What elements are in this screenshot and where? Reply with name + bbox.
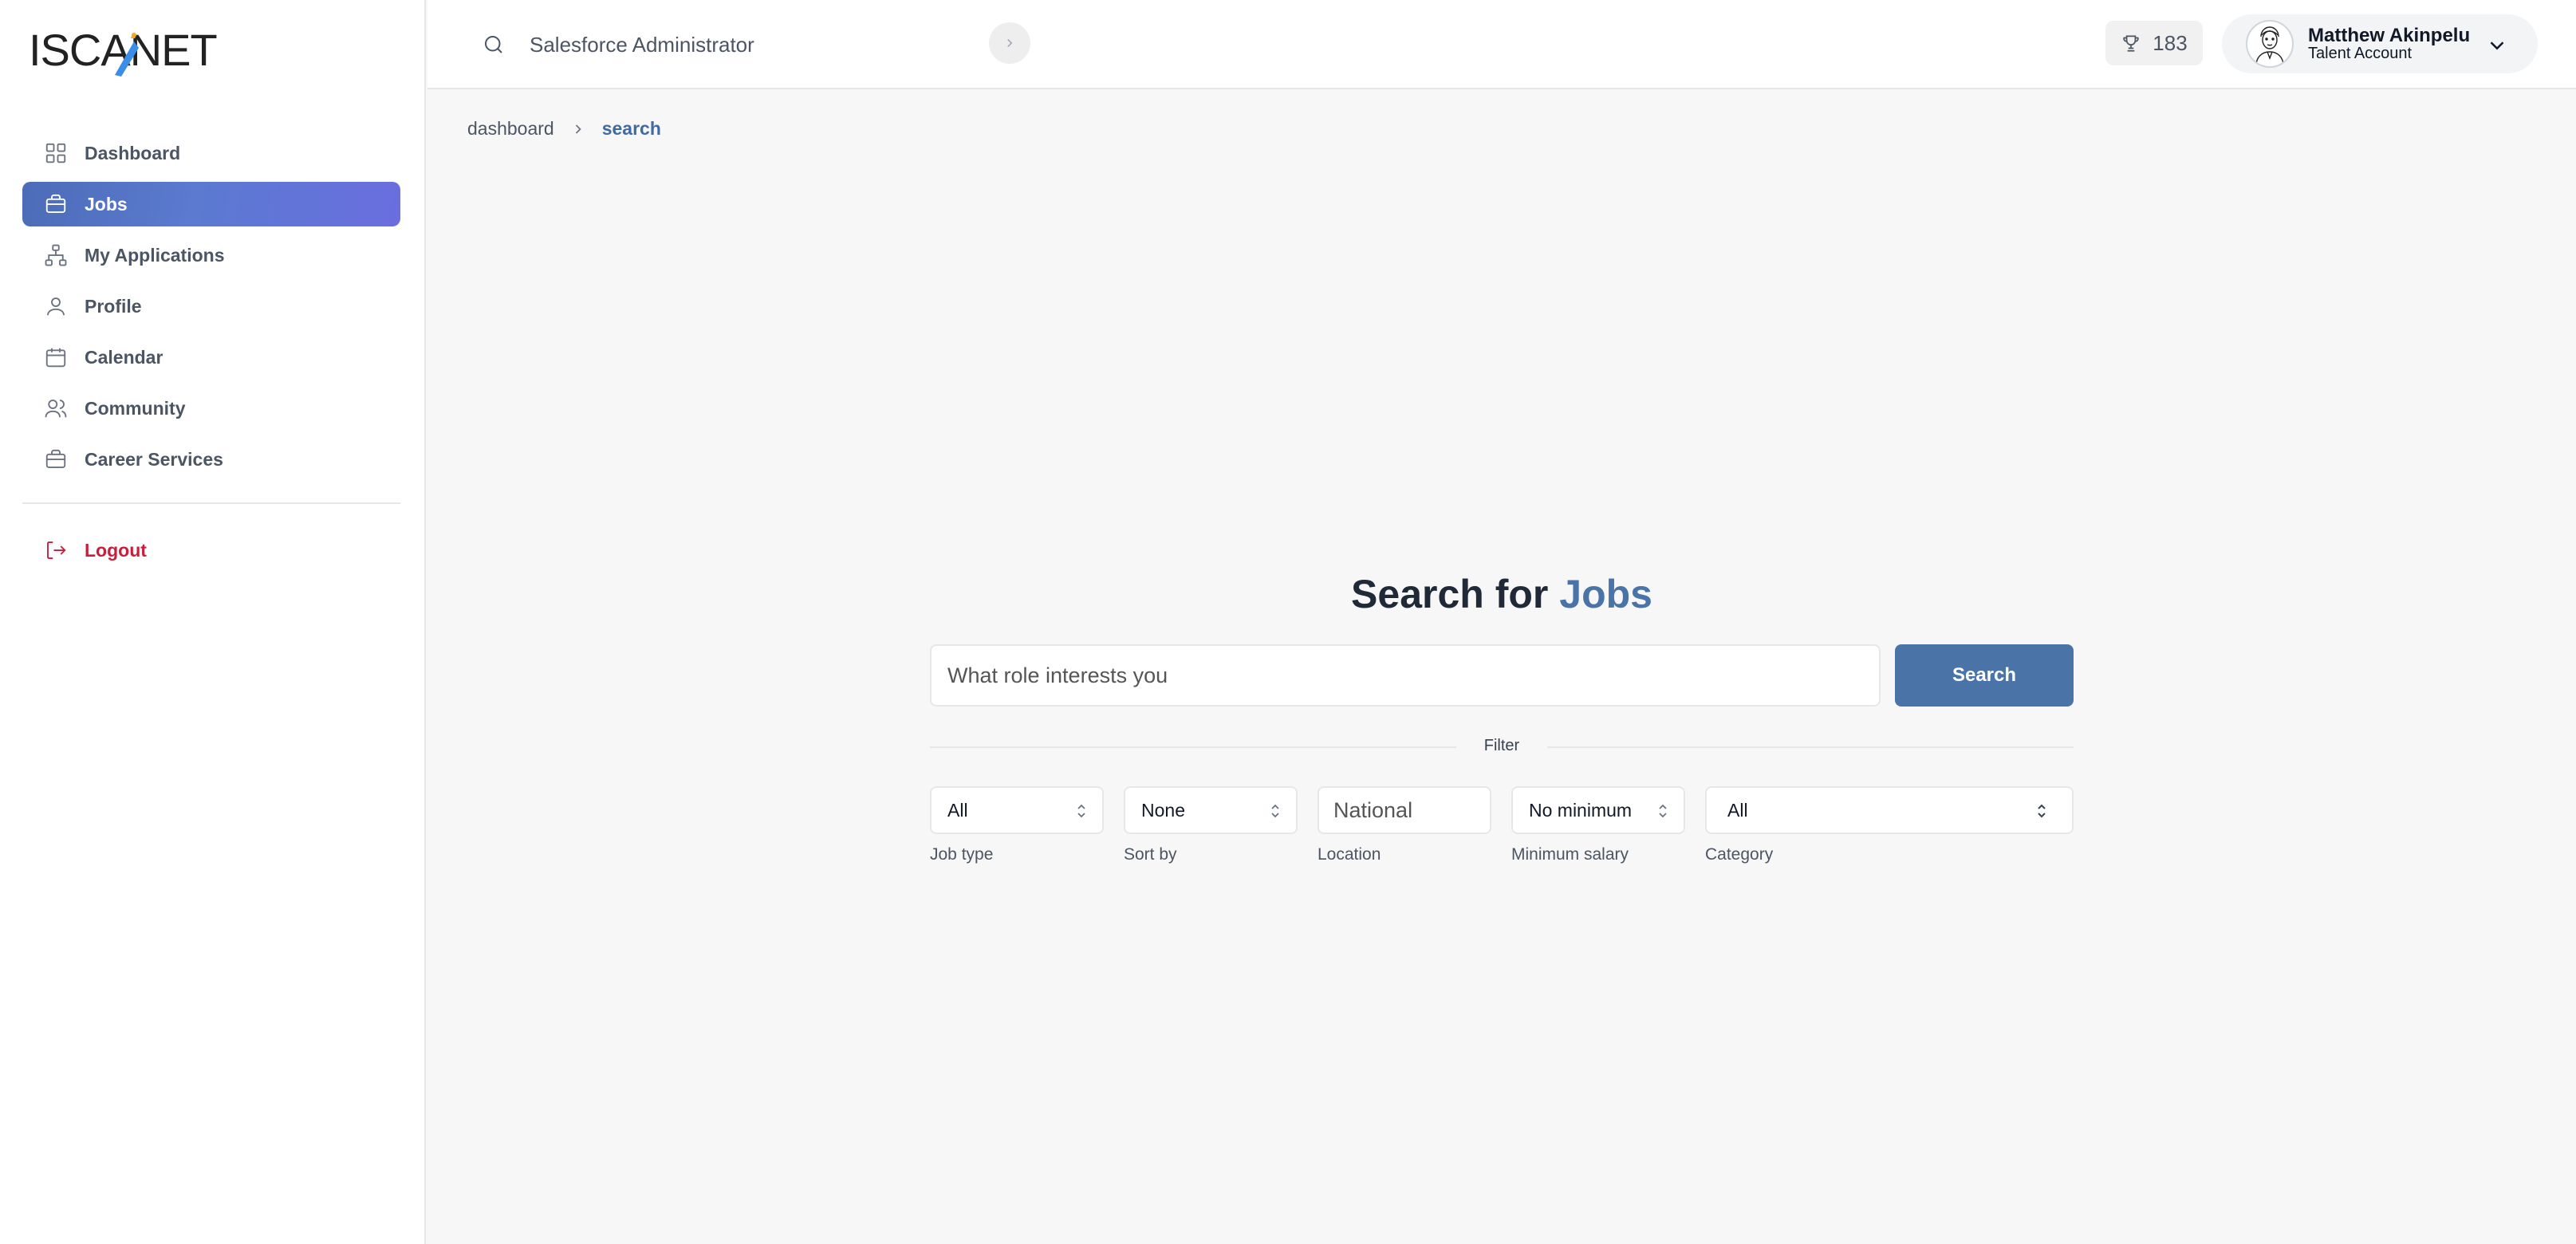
job-type-select[interactable]: All xyxy=(930,786,1104,834)
points-count: 183 xyxy=(2153,30,2188,55)
breadcrumb-dashboard[interactable]: dashboard xyxy=(467,118,554,140)
logout-button[interactable]: Logout xyxy=(22,528,400,573)
job-type-value: All xyxy=(947,799,968,821)
user-role: Talent Account xyxy=(2308,45,2413,63)
filter-minimum-salary: No minimum Minimum salary xyxy=(1511,786,1685,864)
chevron-down-icon xyxy=(2490,41,2504,50)
user-icon xyxy=(43,293,69,319)
breadcrumb-search: search xyxy=(601,118,661,139)
user-name: Matthew Akinpelu xyxy=(2308,24,2471,46)
search-icon xyxy=(485,36,502,53)
location-input[interactable] xyxy=(1318,786,1491,834)
location-label: Location xyxy=(1318,845,1381,864)
category-label: Category xyxy=(1705,845,1774,864)
sitemap-icon xyxy=(43,242,69,268)
calendar-icon xyxy=(43,344,69,370)
sidebar-item-profile[interactable]: Profile xyxy=(22,284,400,329)
sidebar-item-label: Dashboard xyxy=(85,142,181,163)
sidebar-item-dashboard[interactable]: Dashboard xyxy=(22,131,400,175)
account-menu[interactable]: Matthew Akinpelu Talent Account xyxy=(2222,14,2538,73)
filter-divider: Filter xyxy=(930,737,2074,756)
filters: All Job type None Sort by Location No mi… xyxy=(930,786,2074,866)
page-title-prefix: Search for xyxy=(1351,572,1549,616)
chevron-right-icon xyxy=(575,124,581,134)
sidebar-item-calendar[interactable]: Calendar xyxy=(22,335,400,380)
sidebar-item-label: My Applications xyxy=(85,244,225,266)
points-badge[interactable]: 183 xyxy=(2105,21,2203,65)
select-updown-icon xyxy=(1077,804,1085,818)
account-info: Matthew Akinpelu Talent Account xyxy=(2308,26,2470,62)
filter-category: All Category xyxy=(1705,786,2074,864)
sidebar-item-my-applications[interactable]: My Applications xyxy=(22,233,400,278)
logo-accent-icon xyxy=(115,33,139,77)
filter-sort-by: None Sort by xyxy=(1124,786,1298,864)
job-search-bar: Search xyxy=(930,644,2074,707)
briefcase-icon xyxy=(43,191,69,217)
sidebar-item-label: Profile xyxy=(85,295,142,317)
sidebar-item-label: Career Services xyxy=(85,448,223,470)
job-type-label: Job type xyxy=(930,845,994,864)
avatar xyxy=(2246,20,2294,68)
sidebar-divider xyxy=(22,502,400,504)
category-value: All xyxy=(1727,799,1748,821)
job-search-input[interactable] xyxy=(930,644,1881,707)
sidebar-item-label: Jobs xyxy=(85,193,128,215)
sidebar-nav: Dashboard Jobs My Applications Profile C… xyxy=(22,131,400,579)
category-select[interactable]: All xyxy=(1705,786,2074,834)
breadcrumb: dashboard search xyxy=(467,118,661,140)
sidebar-item-jobs[interactable]: Jobs xyxy=(22,182,400,226)
brand-logo[interactable]: ISCANET xyxy=(29,22,218,78)
grid-icon xyxy=(43,140,69,166)
select-updown-icon xyxy=(2038,804,2046,818)
avatar-illustration-icon xyxy=(2255,26,2284,65)
trophy-icon xyxy=(2123,35,2140,52)
filter-location: Location xyxy=(1318,786,1491,864)
users-icon xyxy=(43,396,69,421)
sidebar: ISCANET Dashboard Jobs My Applications P… xyxy=(0,0,426,1244)
minimum-salary-select[interactable]: No minimum xyxy=(1511,786,1685,834)
filter-job-type: All Job type xyxy=(930,786,1104,864)
search-go-button[interactable] xyxy=(989,22,1030,64)
page-title-accent: Jobs xyxy=(1559,572,1652,616)
sidebar-item-label: Calendar xyxy=(85,346,163,368)
topbar: 183 Matthew Akinpelu Talent Account xyxy=(427,0,2576,89)
minimum-salary-value: No minimum xyxy=(1529,799,1633,821)
sidebar-item-label: Community xyxy=(85,397,186,419)
sort-by-label: Sort by xyxy=(1124,845,1177,864)
sort-by-value: None xyxy=(1141,799,1185,821)
search-button[interactable]: Search xyxy=(1895,644,2074,707)
logout-label: Logout xyxy=(85,539,147,561)
minimum-salary-label: Minimum salary xyxy=(1511,845,1629,864)
sort-by-select[interactable]: None xyxy=(1124,786,1298,834)
sidebar-item-community[interactable]: Community xyxy=(22,386,400,431)
filter-divider-line-right xyxy=(1547,746,2074,748)
briefcase-icon xyxy=(43,447,69,472)
chevron-right-icon xyxy=(1007,38,1013,48)
global-search-input[interactable] xyxy=(528,31,975,58)
select-updown-icon xyxy=(1271,804,1279,818)
select-updown-icon xyxy=(1659,804,1667,818)
logout-icon xyxy=(43,537,69,563)
page-title: Search for Jobs xyxy=(930,571,2074,617)
sidebar-item-career-services[interactable]: Career Services xyxy=(22,437,400,482)
